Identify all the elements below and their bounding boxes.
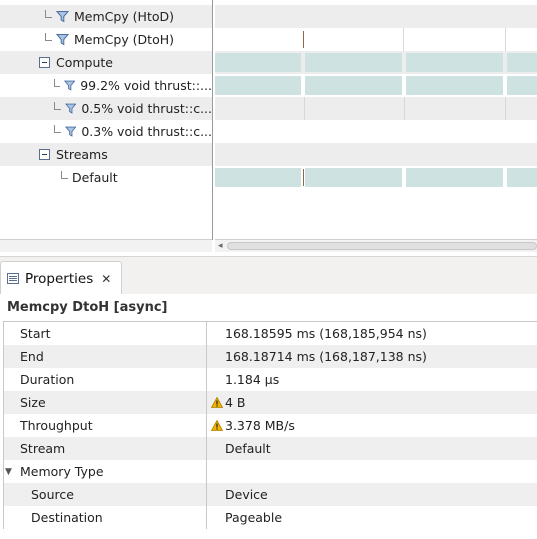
funnel-icon bbox=[63, 80, 76, 91]
lane-kernel-3[interactable] bbox=[215, 120, 537, 143]
property-key: Source bbox=[31, 487, 74, 502]
close-icon[interactable]: ✕ bbox=[101, 272, 111, 286]
kernel-segment[interactable] bbox=[406, 76, 503, 95]
properties-tabbar: Properties ✕ bbox=[0, 256, 537, 295]
property-key: Memory Type bbox=[20, 464, 104, 479]
properties-header: Memcpy DtoH [async] bbox=[0, 294, 537, 320]
tree-row-memcpy-dtoh[interactable]: MemCpy (DtoH) bbox=[0, 28, 212, 51]
lane-kernel-2[interactable] bbox=[215, 97, 537, 120]
property-value: 4 B bbox=[225, 395, 246, 410]
tree-row-label: MemCpy (DtoH) bbox=[74, 32, 175, 47]
lane-memcpy-htod[interactable] bbox=[215, 5, 537, 28]
tree-row-memcpy-htod[interactable]: MemCpy (HtoD) bbox=[0, 5, 212, 28]
tree-connector bbox=[45, 32, 52, 41]
tree-connector bbox=[54, 124, 61, 133]
property-row-throughput[interactable]: Throughput 3.378 MB/s bbox=[4, 414, 537, 437]
memcpy-dtoh-marker[interactable] bbox=[303, 31, 304, 48]
funnel-icon bbox=[64, 126, 77, 137]
kernel-segment[interactable] bbox=[507, 53, 537, 72]
lane-memcpy-dtoh[interactable] bbox=[215, 28, 537, 51]
warning-icon bbox=[211, 397, 223, 408]
kernel-segment[interactable] bbox=[507, 168, 537, 187]
collapse-icon[interactable] bbox=[39, 57, 50, 68]
lane-kernel-1[interactable] bbox=[215, 74, 537, 97]
tree-row-label: 0.3% void thrust::c... bbox=[81, 124, 212, 139]
tree-row-streams[interactable]: Streams bbox=[0, 143, 212, 166]
tree-row-label: MemCpy (HtoD) bbox=[74, 9, 175, 24]
property-key: Size bbox=[20, 395, 46, 410]
property-key: Duration bbox=[20, 372, 75, 387]
tree-connector bbox=[53, 78, 60, 87]
tree-scroll-area bbox=[0, 239, 212, 252]
tab-label: Properties bbox=[25, 270, 94, 287]
kernel-segment[interactable] bbox=[215, 76, 301, 95]
timeline-splitter[interactable] bbox=[212, 0, 215, 240]
tree-row-label: Streams bbox=[56, 147, 108, 162]
property-key: Throughput bbox=[20, 418, 93, 433]
collapse-icon[interactable] bbox=[39, 149, 50, 160]
gridline bbox=[304, 97, 305, 120]
property-value: Device bbox=[225, 487, 268, 502]
warning-icon bbox=[211, 420, 223, 431]
tree-row-default[interactable]: Default bbox=[0, 166, 212, 189]
tree-row-kernel-3[interactable]: 0.3% void thrust::c... bbox=[0, 120, 212, 143]
properties-title: Memcpy DtoH [async] bbox=[7, 299, 168, 315]
kernel-segment[interactable] bbox=[305, 168, 402, 187]
funnel-icon bbox=[64, 103, 77, 114]
property-value: Pageable bbox=[225, 510, 283, 525]
property-row-source[interactable]: Source Device bbox=[4, 483, 537, 506]
kernel-segment[interactable] bbox=[507, 76, 537, 95]
gridline bbox=[505, 28, 506, 51]
kernel-segment[interactable] bbox=[215, 168, 301, 187]
tree-row-kernel-1[interactable]: 99.2% void thrust::... bbox=[0, 74, 212, 97]
property-row-stream[interactable]: Stream Default bbox=[4, 437, 537, 460]
lane-streams[interactable] bbox=[215, 143, 537, 166]
property-key: Destination bbox=[31, 510, 103, 525]
scroll-left-icon[interactable]: ◂ bbox=[218, 241, 223, 251]
funnel-icon bbox=[56, 11, 69, 23]
tab-properties[interactable]: Properties ✕ bbox=[0, 261, 122, 295]
property-row-duration[interactable]: Duration 1.184 μs bbox=[4, 368, 537, 391]
property-value: 168.18595 ms (168,185,954 ns) bbox=[225, 326, 427, 341]
funnel-icon bbox=[56, 34, 69, 46]
property-row-destination[interactable]: Destination Pageable bbox=[4, 506, 537, 529]
kernel-segment[interactable] bbox=[305, 53, 402, 72]
tree-row-compute[interactable]: Compute bbox=[0, 51, 212, 74]
tree-row-kernel-2[interactable]: 0.5% void thrust::c... bbox=[0, 97, 212, 120]
tree-connector bbox=[54, 101, 61, 110]
property-key: Stream bbox=[20, 441, 66, 456]
tree-row-label: Default bbox=[72, 170, 118, 185]
tree-row-label: 99.2% void thrust::... bbox=[80, 78, 212, 93]
timeline-view: MemCpy (HtoD) MemCpy (DtoH) Compute 99.2… bbox=[0, 0, 537, 252]
property-value: 3.378 MB/s bbox=[225, 418, 295, 433]
property-value: 1.184 μs bbox=[225, 372, 280, 387]
property-key: End bbox=[20, 349, 44, 364]
tree-connector bbox=[61, 170, 68, 179]
tree-row-label: Compute bbox=[56, 55, 114, 70]
lane-default-stream[interactable] bbox=[215, 166, 537, 189]
kernel-segment[interactable] bbox=[305, 76, 402, 95]
property-row-memory-type[interactable]: ▼ Memory Type bbox=[4, 460, 537, 483]
kernel-segment[interactable] bbox=[406, 53, 503, 72]
kernel-segment[interactable] bbox=[215, 53, 301, 72]
property-key: Start bbox=[20, 326, 51, 341]
tree-row-label: 0.5% void thrust::c... bbox=[81, 101, 212, 116]
property-row-start[interactable]: Start 168.18595 ms (168,185,954 ns) bbox=[4, 322, 537, 345]
gridline bbox=[505, 97, 506, 120]
kernel-segment[interactable] bbox=[406, 168, 503, 187]
property-row-size[interactable]: Size 4 B bbox=[4, 391, 537, 414]
expand-arrow-icon[interactable]: ▼ bbox=[5, 467, 20, 477]
properties-list-icon bbox=[7, 273, 19, 284]
horizontal-scrollbar[interactable]: ◂ bbox=[215, 239, 537, 252]
tree-connector bbox=[45, 9, 52, 18]
property-row-end[interactable]: End 168.18714 ms (168,187,138 ns) bbox=[4, 345, 537, 368]
property-value: Default bbox=[225, 441, 271, 456]
properties-table: Start 168.18595 ms (168,185,954 ns) End … bbox=[3, 321, 537, 529]
scrollbar-thumb[interactable] bbox=[227, 242, 537, 250]
gridline bbox=[403, 28, 404, 51]
property-value: 168.18714 ms (168,187,138 ns) bbox=[225, 349, 427, 364]
gridline bbox=[404, 97, 405, 120]
memcpy-marker[interactable] bbox=[303, 169, 304, 186]
lane-compute[interactable] bbox=[215, 51, 537, 74]
